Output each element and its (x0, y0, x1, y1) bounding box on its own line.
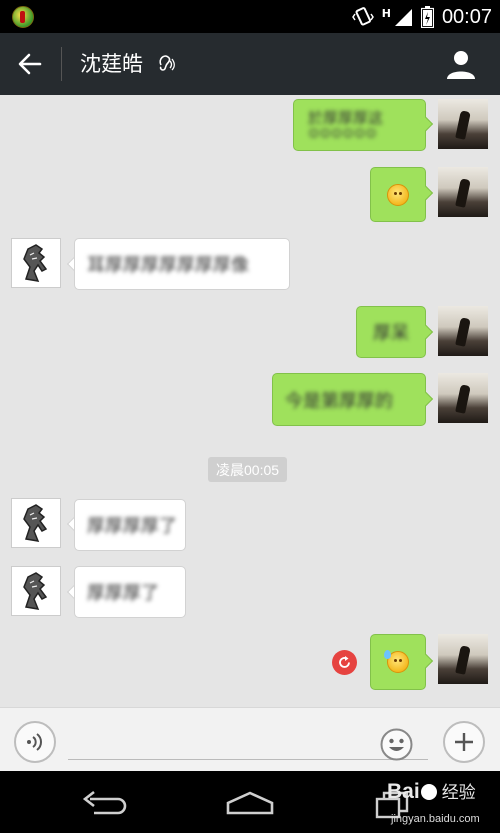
header-divider (61, 47, 62, 81)
message-bubble-outgoing[interactable]: 今是第厚厚的 (272, 373, 426, 426)
nav-home-icon[interactable] (225, 791, 275, 815)
back-arrow-icon (18, 53, 42, 75)
plus-icon (455, 733, 473, 751)
message-text-input[interactable] (68, 728, 428, 760)
app-notification-icon (12, 6, 34, 28)
message-text: 厚厚厚厚了 (87, 516, 177, 537)
back-button[interactable] (14, 49, 46, 79)
battery-icon (420, 6, 434, 28)
voice-icon (27, 733, 42, 751)
vibrate-icon (351, 7, 374, 26)
watermark-url: jingyan.baidu.com (391, 813, 480, 825)
my-avatar[interactable] (438, 99, 488, 149)
contact-avatar[interactable] (11, 566, 61, 616)
watermark-label: 经验 (441, 783, 476, 802)
message-text: 厚厚厚了 (87, 583, 159, 604)
message-bubble-outgoing[interactable]: 厚呆 (356, 306, 426, 358)
my-avatar[interactable] (438, 373, 488, 423)
more-options-button[interactable] (443, 721, 485, 763)
status-bar: H 00:07 (0, 0, 500, 33)
peugeot-lion-icon (23, 244, 48, 282)
earpiece-mode-icon (159, 55, 175, 71)
message-input-bar (0, 707, 500, 771)
emoji-button[interactable] (380, 728, 413, 761)
baidu-paw-icon (420, 784, 437, 800)
signal-icon (394, 9, 412, 26)
peugeot-lion-icon (23, 504, 48, 542)
message-emoji-row: 😊😊😊😊😊😊 (308, 127, 377, 140)
status-clock: 00:07 (441, 5, 492, 28)
contact-profile-button[interactable] (444, 47, 478, 81)
emoji-icon (380, 728, 413, 761)
nav-back-icon[interactable] (80, 789, 128, 815)
smile-emoji-icon (387, 183, 409, 206)
contact-profile-icon (447, 51, 475, 79)
voice-input-button[interactable] (14, 721, 56, 763)
my-avatar[interactable] (438, 634, 488, 684)
message-bubble-incoming[interactable]: 耳厚厚厚厚厚厚厚像 (74, 238, 290, 290)
sweat-emoji-icon (384, 650, 409, 673)
message-bubble-outgoing[interactable] (370, 634, 426, 690)
resend-failed-icon[interactable] (332, 650, 357, 675)
message-bubble-incoming[interactable]: 厚厚厚厚了 (74, 499, 186, 551)
chat-message-list[interactable]: 於厚厚厚这 😊😊😊😊😊😊 耳厚厚厚厚厚厚厚像 厚呆 今是第厚厚的 凌晨00:05 (0, 95, 500, 707)
message-text: 厚呆 (373, 323, 409, 344)
chat-title: 沈莛皓 (80, 52, 143, 76)
network-type-label: H (381, 6, 391, 20)
contact-avatar[interactable] (11, 498, 61, 548)
message-timestamp: 凌晨00:05 (208, 457, 288, 482)
message-bubble-outgoing[interactable]: 於厚厚厚这 😊😊😊😊😊😊 (293, 99, 426, 151)
baidu-jingyan-watermark: Bai 经验 (387, 778, 476, 804)
chat-header: 沈莛皓 (0, 33, 500, 95)
contact-avatar[interactable] (11, 238, 61, 288)
my-avatar[interactable] (438, 306, 488, 356)
message-text: 於厚厚厚这 (308, 109, 384, 127)
message-bubble-incoming[interactable]: 厚厚厚了 (74, 566, 186, 618)
baidu-logo: Bai (387, 780, 438, 803)
peugeot-lion-icon (23, 572, 48, 610)
message-text: 今是第厚厚的 (285, 390, 393, 412)
status-right-group: H 00:07 (351, 4, 492, 30)
message-bubble-outgoing[interactable] (370, 167, 426, 222)
message-text: 耳厚厚厚厚厚厚厚像 (87, 255, 249, 276)
my-avatar[interactable] (438, 167, 488, 217)
